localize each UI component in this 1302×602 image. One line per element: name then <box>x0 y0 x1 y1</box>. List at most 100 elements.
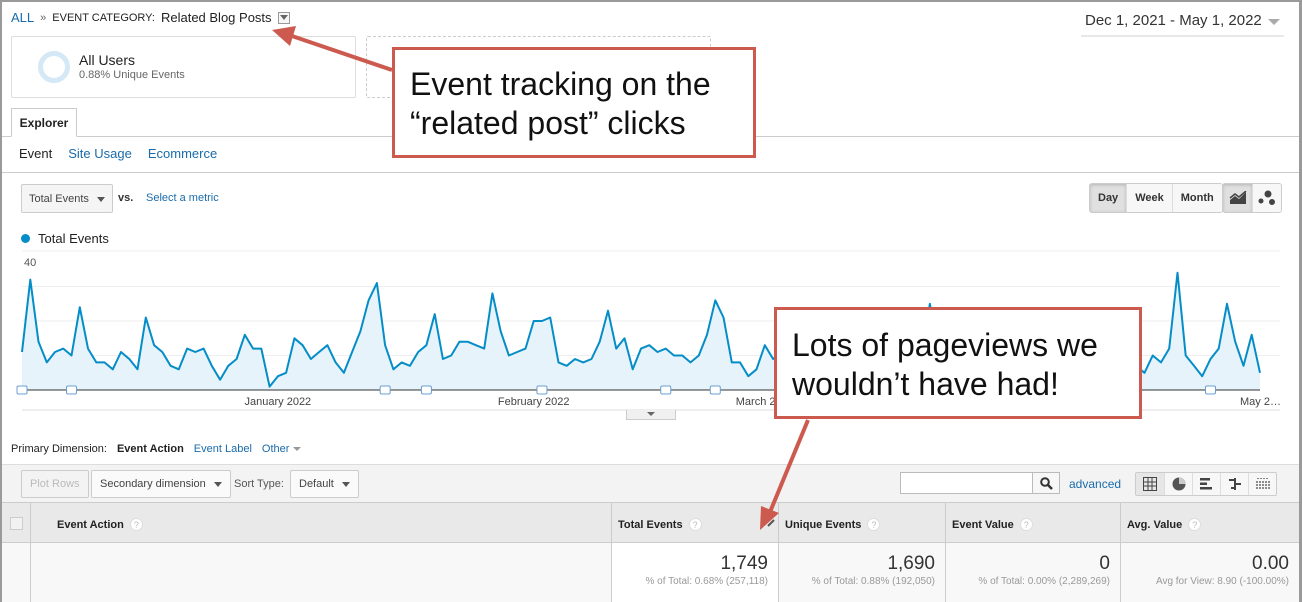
motion-chart-button[interactable] <box>1252 184 1281 212</box>
annotation-marker-icon <box>536 385 548 395</box>
primary-dimension-other[interactable]: Other <box>262 443 302 455</box>
advanced-filter-link[interactable]: advanced <box>1069 477 1121 491</box>
totals-total-events: 1,749 % of Total: 0.68% (257,118) <box>611 543 778 602</box>
search-button[interactable] <box>1032 472 1060 494</box>
totals-label-cell <box>30 543 611 602</box>
chart-legend: Total Events <box>21 231 109 246</box>
annotation-event-tracking: Event tracking on the “related post” cli… <box>392 47 756 158</box>
header-event-action[interactable]: Event Action? <box>30 503 611 542</box>
header-unique-events[interactable]: Unique Events? <box>778 503 945 542</box>
segment-name: All Users <box>79 52 136 68</box>
sort-type-label: Sort Type: <box>234 478 284 490</box>
annotation-marker-icon <box>66 385 78 395</box>
data-table: Event Action? Total Events? Unique Event… <box>2 502 1299 602</box>
tab-explorer[interactable]: Explorer <box>11 108 77 137</box>
primary-dimension-event-label[interactable]: Event Label <box>194 443 252 455</box>
annotation-marker-icon <box>379 385 391 395</box>
pie-chart-icon <box>1172 477 1185 491</box>
chart-type-toggle <box>1222 183 1282 213</box>
total-subtext: % of Total: 0.88% (192,050) <box>811 576 935 587</box>
chart-collapse-toggle[interactable] <box>626 410 676 420</box>
annotation-marker-icon <box>709 385 721 395</box>
x-tick-label: January 2022 <box>245 396 312 408</box>
select-all-checkbox[interactable] <box>10 517 23 530</box>
total-subtext: % of Total: 0.00% (2,289,269) <box>978 576 1110 587</box>
date-range-picker[interactable]: Dec 1, 2021 - May 1, 2022 <box>1081 12 1284 37</box>
totals-avg-value: 0.00 Avg for View: 8.90 (-100.00%) <box>1120 543 1299 602</box>
header-event-value[interactable]: Event Value? <box>945 503 1120 542</box>
total-subtext: Avg for View: 8.90 (-100.00%) <box>1155 576 1289 587</box>
help-icon[interactable]: ? <box>867 518 881 531</box>
sort-type-select[interactable]: Default <box>290 470 359 498</box>
help-icon[interactable]: ? <box>1188 518 1202 531</box>
performance-view-button[interactable] <box>1192 473 1220 495</box>
legend-dot-icon <box>21 234 30 243</box>
annotation-pageviews: Lots of pageviews we wouldn’t have had! <box>774 307 1142 419</box>
pie-chart-view-button[interactable] <box>1164 473 1192 495</box>
total-value: 1,749 <box>720 553 768 574</box>
sort-descending-icon <box>767 519 775 527</box>
line-chart-icon <box>1229 191 1246 204</box>
pivot-icon <box>1255 478 1270 490</box>
segment-all-users[interactable]: All Users 0.88% Unique Events <box>11 36 356 98</box>
secondary-dimension-label: Secondary dimension <box>100 478 206 490</box>
help-icon[interactable]: ? <box>1019 518 1033 531</box>
segment-stat: 0.88% Unique Events <box>79 69 185 81</box>
granularity-toggle: Day Week Month <box>1089 183 1223 213</box>
primary-metric-select[interactable]: Total Events <box>21 184 113 213</box>
pivot-view-button[interactable] <box>1248 473 1276 495</box>
comparison-view-button[interactable] <box>1220 473 1248 495</box>
total-subtext: % of Total: 0.68% (257,118) <box>645 576 769 587</box>
primary-dimension-bar: Primary Dimension: Event Action Event La… <box>11 443 301 455</box>
breadcrumb-dimension-value: Related Blog Posts <box>160 10 272 25</box>
help-icon[interactable]: ? <box>129 518 143 531</box>
primary-dimension-event-action[interactable]: Event Action <box>117 443 184 455</box>
annotation-marker-icon <box>660 385 672 395</box>
granularity-day-button[interactable]: Day <box>1090 184 1127 212</box>
annotation-marker-icon <box>1204 385 1216 395</box>
subtab-site-usage[interactable]: Site Usage <box>68 146 132 161</box>
breadcrumb-dropdown-icon[interactable] <box>277 11 290 24</box>
x-tick-label: February 2022 <box>498 396 570 408</box>
granularity-month-button[interactable]: Month <box>1171 184 1222 212</box>
segment-ring-icon <box>38 51 70 83</box>
comparison-icon <box>1228 478 1241 490</box>
x-tick-label: May 2… <box>1240 396 1281 408</box>
header-total-events[interactable]: Total Events? <box>611 503 778 542</box>
breadcrumb-all-link[interactable]: ALL <box>11 10 34 25</box>
select-metric-link[interactable]: Select a metric <box>146 192 219 204</box>
secondary-dimension-select[interactable]: Secondary dimension <box>91 470 231 498</box>
performance-bars-icon <box>1199 478 1212 490</box>
chevron-down-icon <box>213 481 222 487</box>
subtab-divider <box>2 172 1299 173</box>
annotation-marker-icon <box>16 385 28 395</box>
subtab-ecommerce[interactable]: Ecommerce <box>148 146 217 161</box>
subtab-event[interactable]: Event <box>19 146 52 161</box>
chevron-down-icon <box>1268 19 1280 25</box>
data-table-view-button[interactable] <box>1136 473 1164 495</box>
breadcrumb: ALL » EVENT CATEGORY: Related Blog Posts <box>11 10 290 25</box>
total-value: 0 <box>1099 553 1110 574</box>
vs-label: vs. <box>118 192 134 204</box>
table-view-toggle <box>1135 472 1277 496</box>
header-label: Total Events <box>618 518 683 531</box>
subtabs: Event Site Usage Ecommerce <box>19 146 217 161</box>
totals-row: 1,749 % of Total: 0.68% (257,118) 1,690 … <box>2 543 1299 602</box>
header-avg-value[interactable]: Avg. Value? <box>1120 503 1299 542</box>
breadcrumb-dimension-label: EVENT CATEGORY: <box>52 11 155 24</box>
primary-metric-value: Total Events <box>29 193 89 205</box>
header-label: Event Action <box>57 518 124 531</box>
header-label: Event Value <box>952 518 1014 531</box>
total-value: 0.00 <box>1252 553 1289 574</box>
table-header-row: Event Action? Total Events? Unique Event… <box>2 503 1299 543</box>
granularity-week-button[interactable]: Week <box>1126 184 1172 212</box>
chevron-down-icon <box>97 197 105 202</box>
total-value: 1,690 <box>887 553 935 574</box>
date-range-text: Dec 1, 2021 - May 1, 2022 <box>1085 12 1262 29</box>
table-search-input[interactable] <box>900 472 1033 494</box>
legend-label: Total Events <box>38 231 109 246</box>
plot-rows-button[interactable]: Plot Rows <box>21 470 89 498</box>
header-label: Avg. Value <box>1127 518 1183 531</box>
help-icon[interactable]: ? <box>688 518 702 531</box>
line-chart-button[interactable] <box>1223 184 1252 212</box>
